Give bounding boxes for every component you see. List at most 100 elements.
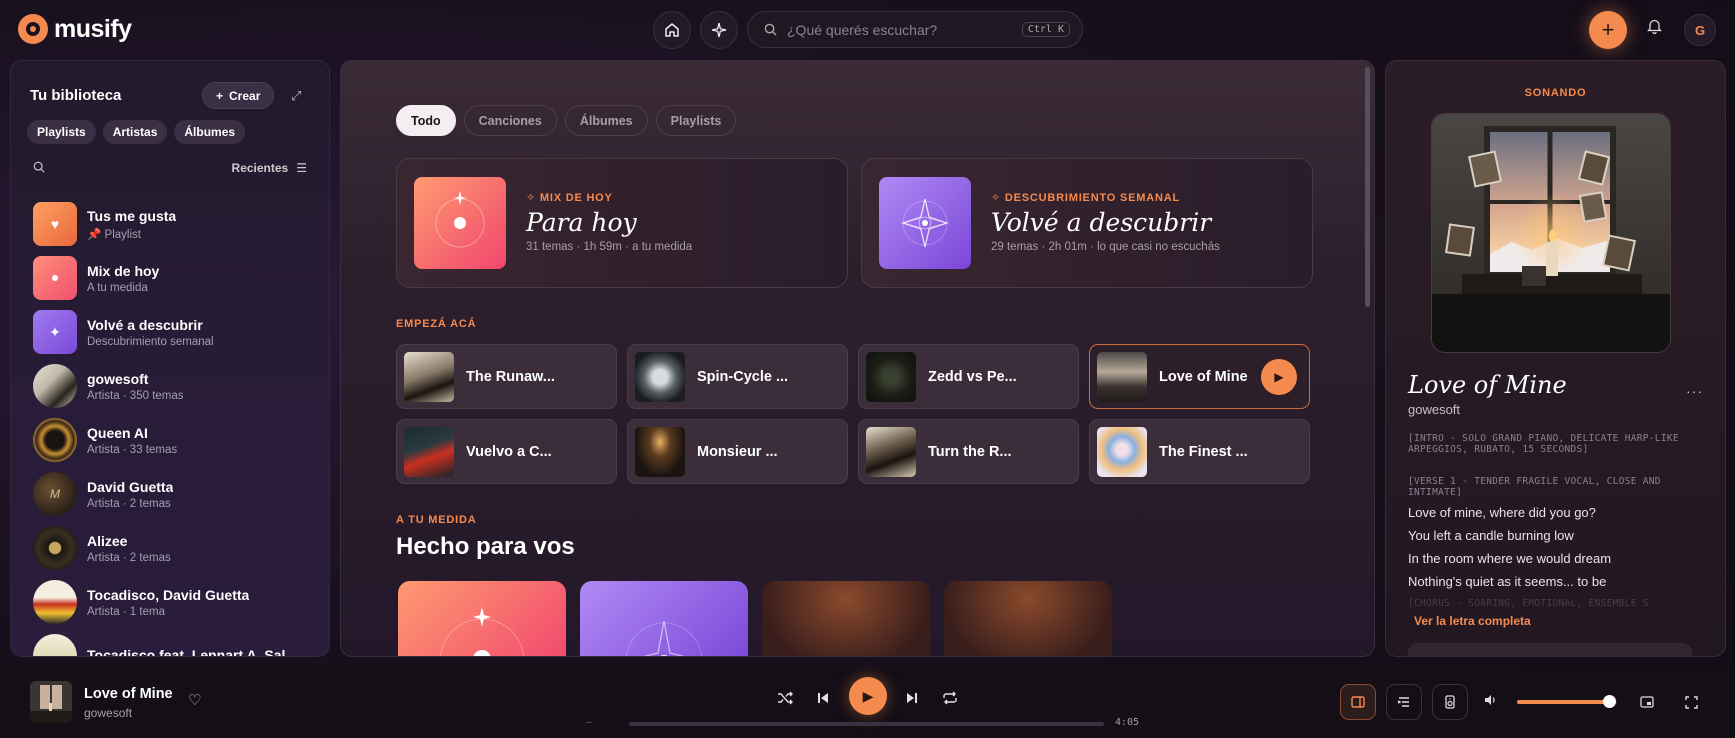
lyric-line-faded: [CHORUS - SOARING, EMOTIONAL, ENSEMBLE S <box>1408 598 1649 609</box>
filter-albums[interactable]: Álbumes <box>174 120 246 144</box>
discover-button[interactable] <box>700 11 738 49</box>
tab-songs[interactable]: Canciones <box>463 105 557 136</box>
player-thumbnail[interactable] <box>30 681 72 723</box>
mix-card-today[interactable]: ✧ MIX DE HOY Para hoy 31 temas · 1h 59m … <box>396 158 848 288</box>
filter-playlists[interactable]: Playlists <box>27 120 96 144</box>
lyric-line: You left a candle burning low <box>1408 528 1574 543</box>
full-lyrics-link[interactable]: Ver la letra completa <box>1414 614 1531 628</box>
made-card[interactable] <box>944 581 1112 656</box>
album-thumbnail <box>1097 351 1147 402</box>
artist-avatar: M <box>33 472 77 516</box>
quick-label: Zedd vs Pe... <box>928 368 1017 385</box>
now-playing-title: Love of Mine <box>1408 371 1567 399</box>
play-pause-button[interactable]: ▶ <box>849 677 887 715</box>
item-name: Queen AI <box>87 424 148 441</box>
list-item[interactable]: Tocadisco feat. Lennart A. Sal... <box>33 629 323 656</box>
list-item[interactable]: gowesoft Artista · 350 temas <box>33 359 323 413</box>
play-button[interactable]: ▶ <box>1261 359 1297 395</box>
made-card[interactable] <box>762 581 930 656</box>
star-icon <box>625 620 703 656</box>
list-item[interactable]: M David Guetta Artista · 2 temas <box>33 467 323 521</box>
quick-item[interactable]: The Runaw... <box>396 344 617 409</box>
home-button[interactable] <box>653 11 691 49</box>
item-sub-text: Playlist <box>104 228 141 241</box>
pin-icon: 📌 <box>87 228 102 241</box>
search-bar[interactable]: ¿Qué querés escuchar? Ctrl K <box>747 11 1083 48</box>
item-name: Volvé a descubrir <box>87 316 203 333</box>
made-card[interactable] <box>580 581 748 656</box>
library-list: ♥ Tus me gusta 📌 Playlist Mix de hoy A tu … <box>33 197 323 656</box>
quick-item[interactable]: Vuelvo a C... <box>396 419 617 484</box>
list-item[interactable]: ♥ Tus me gusta 📌 Playlist <box>33 197 323 251</box>
library-title: Tu biblioteca <box>30 87 122 104</box>
tab-playlists[interactable]: Playlists <box>655 105 737 136</box>
mix-card-discover[interactable]: ✧ DESCUBRIMIENTO SEMANAL Volvé a descubr… <box>861 158 1313 288</box>
list-item[interactable]: Mix de hoy A tu medida <box>33 251 323 305</box>
made-section-label: A TU MEDIDA <box>396 514 477 526</box>
tab-albums[interactable]: Álbumes <box>564 105 648 136</box>
notifications-button[interactable] <box>1643 18 1665 40</box>
main-content: Todo Canciones Álbumes Playlists ✧ MIX D… <box>340 60 1375 657</box>
volume-icon[interactable] <box>1484 694 1498 709</box>
library-search-icon[interactable] <box>33 161 45 176</box>
album-thumbnail <box>866 351 916 402</box>
mix-tag-text: DESCUBRIMIENTO SEMANAL <box>1004 192 1180 204</box>
user-avatar[interactable]: G <box>1684 14 1716 46</box>
item-sub: Artista · 2 temas <box>87 551 171 564</box>
bell-icon <box>1646 19 1662 35</box>
album-thumbnail <box>635 351 685 402</box>
quick-label: Monsieur ... <box>697 443 778 460</box>
made-section-title: Hecho para vos <box>396 533 575 560</box>
heart-icon[interactable]: ♡ <box>188 691 201 709</box>
search-input[interactable]: ¿Qué querés escuchar? <box>787 22 1022 38</box>
progress-bar[interactable] <box>629 722 1104 726</box>
filter-artists[interactable]: Artistas <box>102 120 168 144</box>
list-item[interactable]: Tocadisco, David Guetta Artista · 1 tema <box>33 575 323 629</box>
album-thumbnail <box>404 426 454 477</box>
list-item[interactable]: ✦ Volvé a descubrir Descubrimiento semana… <box>33 305 323 359</box>
quick-item[interactable]: Zedd vs Pe... <box>858 344 1079 409</box>
now-playing-header: SONANDO <box>1524 87 1587 99</box>
player-title[interactable]: Love of Mine <box>84 686 173 702</box>
quick-item[interactable]: The Finest ... <box>1089 419 1310 484</box>
next-button[interactable] <box>901 691 923 708</box>
add-button[interactable]: + <box>1589 11 1627 49</box>
next-icon <box>907 693 917 703</box>
quick-item[interactable]: Monsieur ... <box>627 419 848 484</box>
home-icon <box>665 23 679 37</box>
tab-all[interactable]: Todo <box>396 105 456 136</box>
more-icon[interactable]: ··· <box>1686 383 1703 399</box>
mini-player-button[interactable] <box>1629 684 1665 720</box>
logo-icon <box>18 14 48 44</box>
queue-button[interactable] <box>1386 684 1422 720</box>
quick-item-playing[interactable]: Love of Mine ▶ <box>1089 344 1310 409</box>
shuffle-button[interactable] <box>774 691 796 708</box>
item-name: Tus me gusta <box>87 207 177 224</box>
create-button[interactable]: + Crear <box>202 82 275 109</box>
sort-button[interactable]: Recientes ☰ <box>232 161 307 175</box>
quick-item[interactable]: Turn the R... <box>858 419 1079 484</box>
quick-label: Love of Mine <box>1159 368 1248 385</box>
quick-item[interactable]: Spin-Cycle ... <box>627 344 848 409</box>
artist-avatar <box>33 364 77 408</box>
create-label: Crear <box>229 88 261 103</box>
now-playing-artist[interactable]: gowesoft <box>1408 402 1460 417</box>
fullscreen-button[interactable] <box>1673 684 1709 720</box>
item-name: gowesoft <box>87 370 149 387</box>
search-icon <box>764 23 777 36</box>
list-item[interactable]: Alizee Artista · 2 temas <box>33 521 323 575</box>
list-item[interactable]: Queen AI Artista · 33 temas <box>33 413 323 467</box>
scrollbar[interactable] <box>1365 67 1370 307</box>
made-card[interactable] <box>398 581 566 656</box>
repeat-button[interactable] <box>939 691 961 708</box>
previous-button[interactable] <box>812 691 834 708</box>
player-artist[interactable]: gowesoft <box>84 706 132 720</box>
artist-avatar <box>33 580 77 624</box>
logo[interactable]: musify <box>18 14 132 44</box>
expand-icon[interactable]: ⤢ <box>291 88 301 104</box>
volume-slider[interactable] <box>1517 700 1617 704</box>
quick-label: The Runaw... <box>466 368 555 385</box>
now-playing-view-button[interactable] <box>1340 684 1376 720</box>
connect-device-button[interactable] <box>1432 684 1468 720</box>
volume-knob[interactable] <box>1603 695 1616 708</box>
